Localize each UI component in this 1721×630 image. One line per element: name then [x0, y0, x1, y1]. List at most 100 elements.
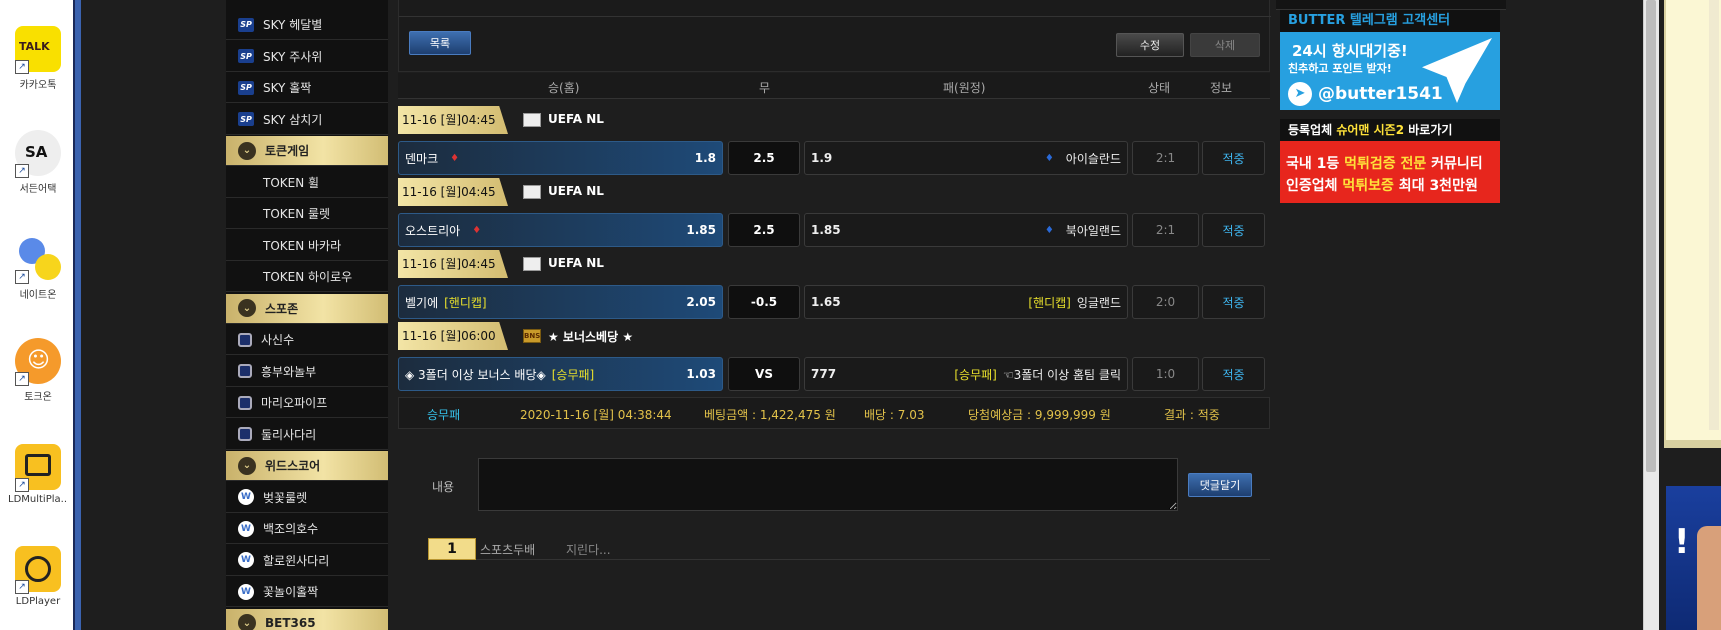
comment-item: 1 스포츠두배 지린다...	[428, 538, 1270, 560]
sureman-title-post: 바로가기	[1404, 123, 1453, 137]
sidebar-item[interactable]: SP SKY 삼치기	[226, 105, 388, 135]
kakaotalk-icon: TALK ↗	[15, 26, 61, 74]
sidebar-item[interactable]: TOKEN 하이로우	[226, 262, 388, 292]
away-selection[interactable]: 1.65 [핸디캡] 잉글랜드	[804, 285, 1128, 319]
telegram-ad-banner[interactable]: BUTTER 텔레그램 고객센터 24시 항시대기중! 친추하고 포인트 받자!…	[1280, 10, 1500, 110]
draw-selection[interactable]: 2.5	[728, 141, 800, 175]
away-odds: 777	[811, 367, 837, 381]
sidebar-item[interactable]: TOKEN 룰렛	[226, 199, 388, 229]
sidebar-item[interactable]: W 할로윈사다리	[226, 546, 388, 576]
ldmultiplayer-icon: ↗	[15, 444, 61, 492]
comment-submit-button[interactable]: 댓글달기	[1188, 473, 1252, 497]
away-odds: 1.9	[811, 151, 833, 165]
comment-input[interactable]	[478, 458, 1178, 511]
withscore-w-icon: W	[238, 552, 254, 568]
edit-button[interactable]: 수정	[1116, 33, 1184, 57]
user-level-badge: 1	[428, 538, 476, 560]
ldplayer-shortcut[interactable]: ↗ LDPlayer	[8, 546, 68, 607]
sidebar-item[interactable]: 사신수	[226, 325, 388, 355]
shortcut-arrow-icon: ↗	[15, 372, 29, 386]
shortcut-arrow-icon: ↗	[15, 580, 29, 594]
away-team-name: 북아일랜드	[1065, 223, 1121, 238]
kakaotalk-shortcut[interactable]: TALK ↗ 카카오톡	[8, 26, 68, 91]
sidebar-item[interactable]: 흥부와놀부	[226, 357, 388, 387]
away-team-marker-icon: ♦	[1044, 224, 1054, 236]
match-header: 11-16 [월]04:45 UEFA NL	[398, 106, 1270, 134]
sidebar-item[interactable]: SP SKY 헤달별	[226, 10, 388, 40]
summary-type: 승무패	[427, 408, 461, 422]
desktop-icon-label: 카카오톡	[19, 80, 57, 91]
sidebar-item[interactable]: 둘리사다리	[226, 420, 388, 450]
delete-button[interactable]: 삭제	[1190, 33, 1260, 57]
draw-selection[interactable]: VS	[728, 357, 800, 391]
sidebar-section-header[interactable]: ⌄ 위드스코어	[226, 451, 388, 481]
home-selection[interactable]: 오스트리아 ♦ 1.85	[398, 213, 723, 247]
suddenattack-shortcut[interactable]: SA ↗ 서든어택	[8, 130, 68, 195]
sidebar-item-label: TOKEN 바카라	[263, 238, 342, 253]
desktop-icon-label: 서든어택	[19, 184, 57, 195]
token-ring-icon	[238, 238, 254, 252]
desktop-icon-label: 토크온	[24, 392, 52, 403]
sidebar-item-label: 꽃놀이홀짝	[263, 585, 319, 599]
match-row: 덴마크 ♦ 1.8 2.5 1.9 ♦ 아이슬란드 2:1 적중	[398, 141, 1270, 175]
ldmultiplayer-shortcut[interactable]: ↗ LDMultiPla...	[8, 444, 68, 505]
divider	[399, 16, 1271, 17]
telegram-ad-line2: 친추하고 포인트 받자!	[1288, 62, 1392, 75]
header-away: 패(원정)	[943, 81, 986, 95]
background-thumbnail-image: !	[1666, 486, 1721, 630]
sidebar-item[interactable]: SP SKY 홀짝	[226, 73, 388, 103]
background-window	[1664, 0, 1721, 448]
bet-post-main: 목록 수정 삭제 승(홈) 무 패(원정) 상태 정보 11-16 [월]04:…	[398, 0, 1271, 630]
away-team-name: ☜3폴더 이상 홈팀 클릭	[1002, 367, 1121, 382]
sidebar-item-label: 마리오파이프	[261, 396, 328, 410]
sidebar-item[interactable]: TOKEN 휠	[226, 168, 388, 198]
token-ring-icon	[238, 175, 254, 189]
away-selection[interactable]: 1.9 ♦ 아이슬란드	[804, 141, 1128, 175]
list-button[interactable]: 목록	[409, 31, 471, 55]
sidebar-section-header[interactable]: ⌄ 토큰게임	[226, 136, 388, 166]
ad-top-edge	[1276, 0, 1506, 10]
chevron-down-icon: ⌄	[238, 456, 256, 475]
desktop-icon-label: LDMultiPla...	[8, 494, 68, 505]
sureman-line2-c: 최대 3천만원	[1393, 178, 1478, 194]
away-bet-tag: [승무패]	[954, 367, 997, 382]
header-status: 상태	[1148, 81, 1171, 95]
home-selection[interactable]: 덴마크 ♦ 1.8	[398, 141, 723, 175]
away-selection[interactable]: 1.85 ♦ 북아일랜드	[804, 213, 1128, 247]
summary-result: 결과 : 적중	[1164, 408, 1220, 422]
spozone-square-icon	[238, 395, 252, 410]
draw-selection[interactable]: -0.5	[728, 285, 800, 319]
telegram-icon: ➤	[1288, 82, 1312, 106]
summary-expected: 당첨예상금 : 9,999,999 원	[968, 408, 1111, 422]
telegram-handle: ➤ @butter1541	[1288, 82, 1443, 106]
sidebar-item[interactable]: W 백조의호수	[226, 514, 388, 544]
sidebar-item[interactable]: W 벚꽃룰렛	[226, 483, 388, 513]
sidebar-item-label: TOKEN 휠	[263, 175, 320, 190]
home-team-name: ◈ 3폴더 이상 보너스 배당◈	[405, 367, 546, 382]
nateon-shortcut[interactable]: ↗ 네이트온	[8, 236, 68, 301]
match-datetime: 11-16 [월]04:45	[398, 106, 508, 134]
draw-selection[interactable]: 2.5	[728, 213, 800, 247]
away-selection[interactable]: 777 [승무패] ☜3폴더 이상 홈팀 클릭	[804, 357, 1128, 391]
comment-author[interactable]: 스포츠두배	[480, 541, 535, 558]
scrollbar-thumb[interactable]	[1646, 0, 1656, 472]
sureman-ad-banner[interactable]: 등록업체 슈어맨 시즌2 바로가기 국내 1등 먹튀검증 전문 커뮤니티 인증업…	[1280, 119, 1500, 203]
sidebar-item[interactable]: W 꽃놀이홀짝	[226, 577, 388, 607]
match-score: 1:0	[1132, 357, 1199, 391]
sidebar-item[interactable]: TOKEN 바카라	[226, 231, 388, 261]
home-team-name: 벨기에	[405, 295, 439, 310]
sidebar-item-label: 흥부와놀부	[261, 364, 317, 379]
match-header: 11-16 [월]06:00 BNS ★ 보너스베당 ★	[398, 322, 1270, 350]
home-selection[interactable]: ◈ 3폴더 이상 보너스 배당◈ [승무패] 1.03	[398, 357, 723, 391]
sidebar-item-label: 백조의호수	[263, 522, 319, 536]
sidebar-section-header[interactable]: ⌄ BET365	[226, 608, 388, 630]
league-flag-icon	[523, 257, 541, 271]
sidebar-item[interactable]: SP SKY 주사위	[226, 42, 388, 72]
sidebar-item[interactable]: 마리오파이프	[226, 388, 388, 418]
withscore-w-icon: W	[238, 583, 254, 600]
home-selection[interactable]: 벨기에 [핸디캡] 2.05	[398, 285, 723, 319]
header-info: 정보	[1210, 81, 1233, 95]
talkon-shortcut[interactable]: ☺ ↗ 토크온	[8, 338, 68, 403]
background-window-scrollbar	[1709, 0, 1719, 430]
sidebar-section-header[interactable]: ⌄ 스포존	[226, 293, 388, 324]
